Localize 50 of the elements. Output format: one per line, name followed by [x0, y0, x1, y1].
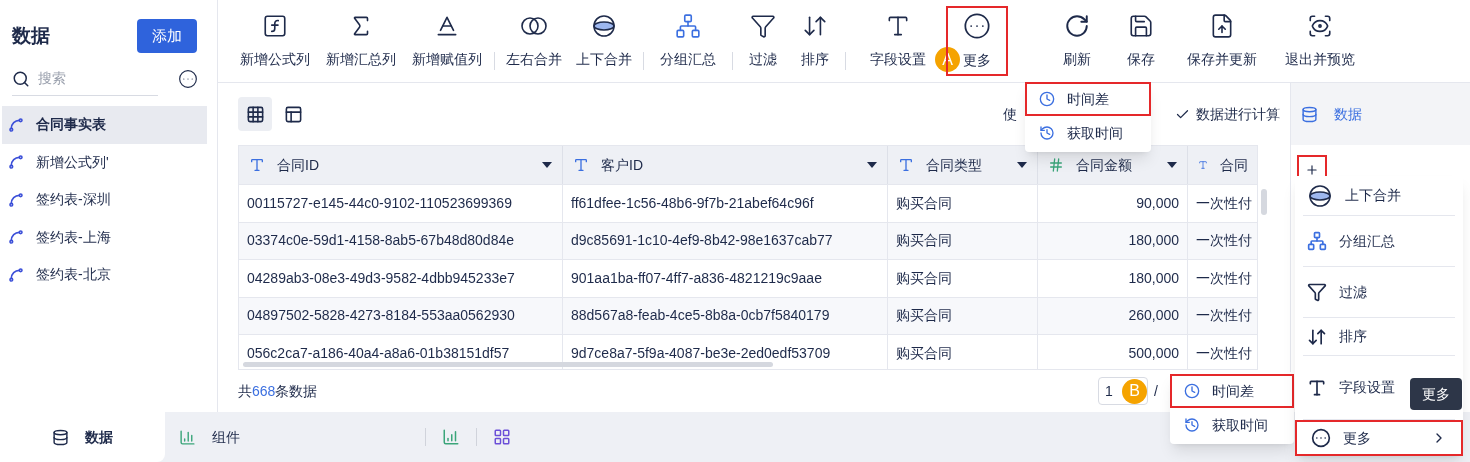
- table-cell: 一次性付: [1188, 185, 1257, 222]
- table-cell: 90,000: [1038, 185, 1188, 222]
- sidebar-item[interactable]: 签约表-深圳: [2, 181, 207, 219]
- toolbar-button[interactable]: 新增公式列: [232, 6, 318, 76]
- toolbar-button[interactable]: 新增赋值列: [404, 6, 490, 76]
- sidebar-item[interactable]: 签约表-上海: [2, 218, 207, 256]
- toolbar-button[interactable]: 保存: [1112, 6, 1170, 76]
- calc-option-prefix: 使: [1003, 104, 1017, 124]
- toolbar-button[interactable]: 保存并更新: [1176, 6, 1268, 76]
- table-cell: 一次性付: [1188, 335, 1257, 369]
- search-field[interactable]: 搜索: [38, 68, 138, 89]
- table-cell: 购买合同: [888, 260, 1038, 297]
- toolbar-button[interactable]: 新增汇总列: [318, 6, 404, 76]
- toolbar-button[interactable]: 过滤: [737, 6, 789, 76]
- table-cell: 180,000: [1038, 260, 1188, 297]
- table-cell: 购买合同: [888, 335, 1038, 369]
- bottom-tab[interactable]: 数据: [0, 412, 165, 462]
- record-count: 共668条数据: [238, 381, 318, 401]
- panel-item[interactable]: 数据: [1291, 83, 1470, 145]
- sidebar-item[interactable]: 新增公式列': [2, 143, 207, 181]
- menu-item[interactable]: 时间差: [1170, 374, 1294, 408]
- page-separator: /: [1154, 381, 1158, 401]
- sidebar-title: 数据: [12, 23, 50, 48]
- menu-item[interactable]: 排序: [1303, 318, 1455, 356]
- tooltip: 更多: [1410, 378, 1462, 410]
- toolbar-button[interactable]: 分组汇总: [648, 6, 728, 76]
- table-cell: 901aa1ba-ff07-4ff7-a836-4821219c9aae: [563, 260, 888, 297]
- sidebar-item[interactable]: 合同事实表: [2, 106, 207, 144]
- menu-item[interactable]: 时间差: [1025, 82, 1151, 116]
- menu-item[interactable]: 更多: [1295, 420, 1463, 456]
- table-cell: ff61dfee-1c56-48b6-9f7b-21abef64c96f: [563, 185, 888, 222]
- sidebar-item[interactable]: 签约表-北京: [2, 256, 207, 294]
- menu-item[interactable]: 上下合并: [1303, 176, 1455, 216]
- table-cell: 04289ab3-08e3-49d3-9582-4dbb945233e7: [239, 260, 563, 297]
- add-button[interactable]: 添加: [137, 19, 197, 53]
- toolbar-button[interactable]: 左右合并: [499, 6, 569, 76]
- table-cell: 500,000: [1038, 335, 1188, 369]
- table-cell: 购买合同: [888, 185, 1038, 222]
- table-cell: 一次性付: [1188, 260, 1257, 297]
- toolbar-button[interactable]: 上下合并: [569, 6, 639, 76]
- menu-item[interactable]: 过滤: [1303, 267, 1455, 318]
- toolbar-button[interactable]: 退出并预览: [1274, 6, 1366, 76]
- calc-option-label: 数据进行计算: [1196, 104, 1280, 124]
- toolbar-button[interactable]: 刷新: [1048, 6, 1106, 76]
- bottom-tab[interactable]: 组件: [165, 412, 425, 462]
- table-cell: 00115727-e145-44c0-9102-110523699369: [239, 185, 563, 222]
- step-badge: B: [1122, 378, 1148, 404]
- menu-item[interactable]: 获取时间: [1170, 408, 1294, 442]
- toolbar-button[interactable]: 排序: [789, 6, 841, 76]
- menu-item[interactable]: 分组汇总: [1303, 216, 1455, 267]
